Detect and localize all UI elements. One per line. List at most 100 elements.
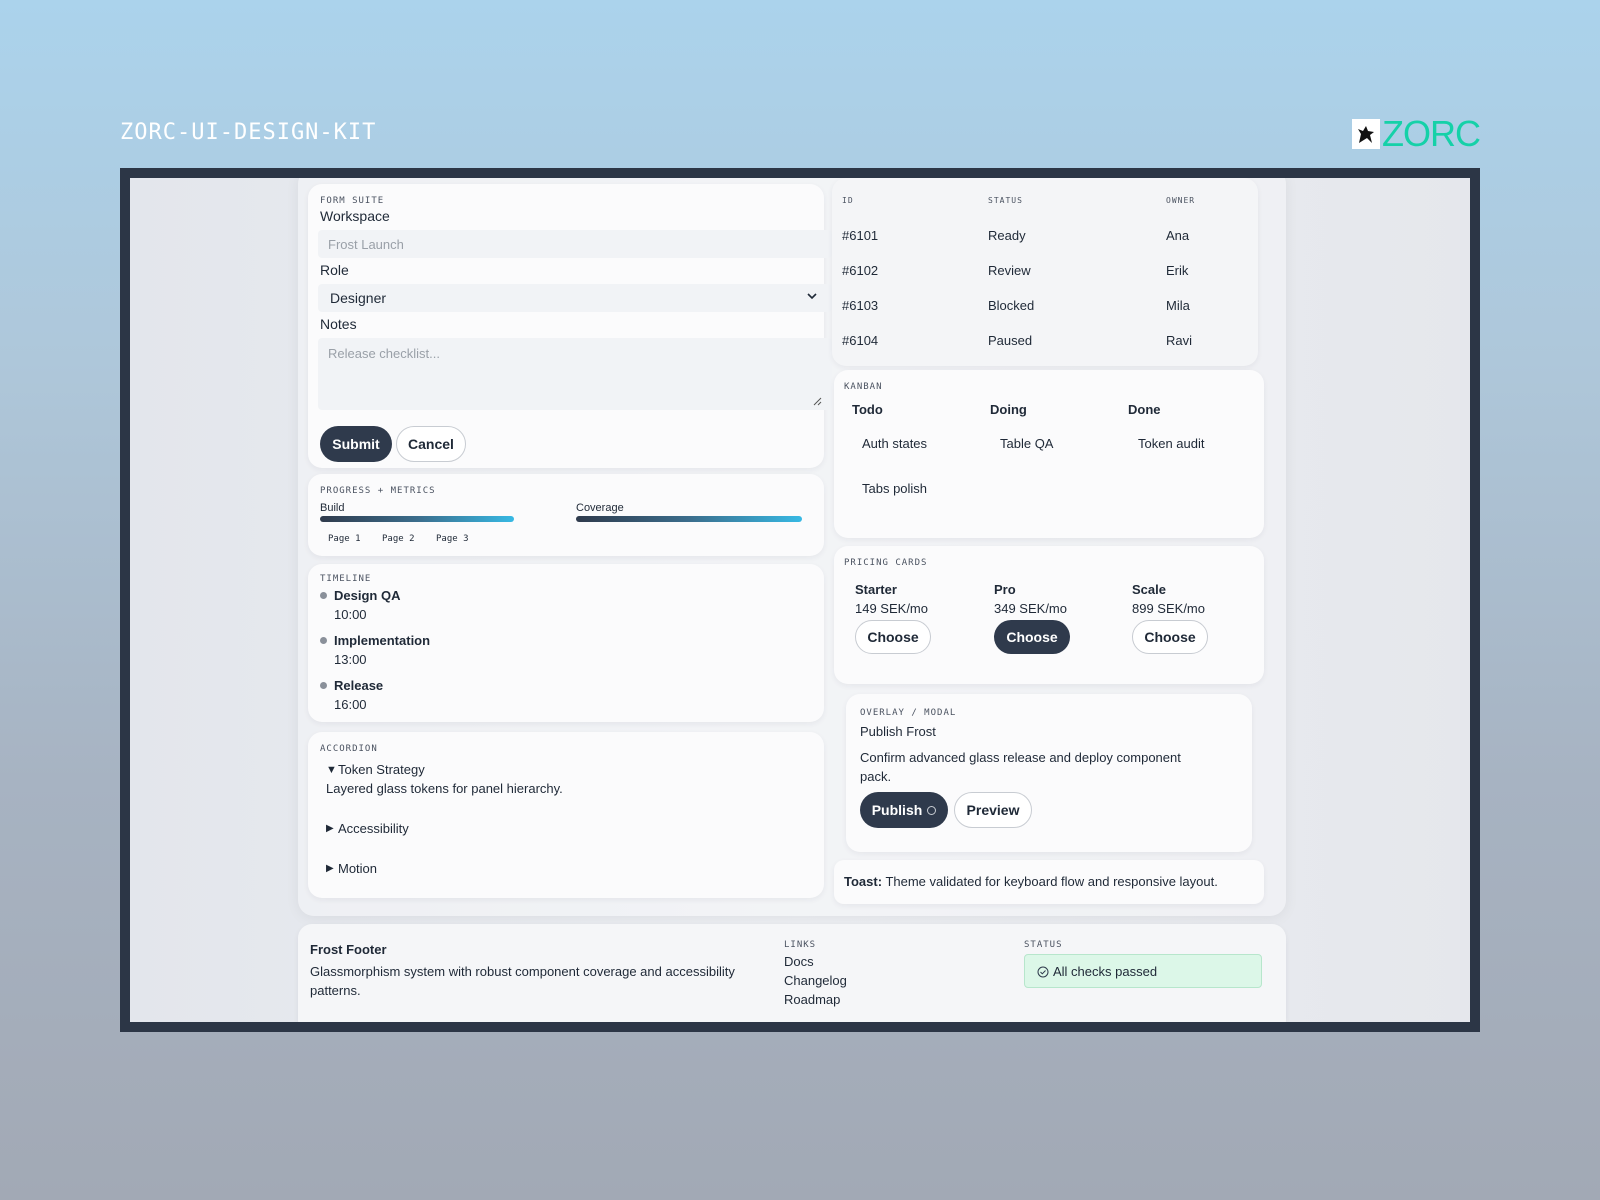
- toast-label: Toast:: [844, 874, 883, 889]
- chevron-down-icon: [806, 290, 818, 305]
- choose-pro-button[interactable]: Choose: [994, 620, 1070, 654]
- footer-description: Glassmorphism system with robust compone…: [310, 964, 735, 998]
- triangle-right-icon: ▶: [326, 823, 334, 834]
- form-suite-card: FORM SUITE Workspace Frost Launch Role D…: [308, 184, 832, 468]
- cell-status: Ready: [988, 228, 1026, 243]
- timeline-dot: [320, 682, 327, 689]
- kanban-card-item[interactable]: Tabs polish: [862, 481, 927, 496]
- pagination-page-2[interactable]: Page 2: [382, 534, 415, 544]
- workspace-placeholder: Frost Launch: [328, 237, 404, 252]
- table-row[interactable]: #6101 Ready Ana: [832, 218, 1258, 252]
- choose-starter-button[interactable]: Choose: [855, 620, 931, 654]
- table-row[interactable]: #6104 Paused Ravi: [832, 323, 1258, 357]
- cell-owner: Mila: [1166, 298, 1190, 313]
- choose-scale-button[interactable]: Choose: [1132, 620, 1208, 654]
- notes-placeholder: Release checklist...: [328, 346, 440, 361]
- cell-id: #6102: [842, 263, 879, 278]
- kanban-card: KANBAN Todo Auth states Tabs polish Doin…: [834, 370, 1264, 538]
- table-row[interactable]: #6102 Review Erik: [832, 253, 1258, 287]
- cancel-button[interactable]: Cancel: [396, 426, 466, 462]
- toast-message: Toast: Theme validated for keyboard flow…: [844, 874, 1218, 889]
- accordion-card: ACCORDION ▼ Token Strategy Layered glass…: [308, 732, 824, 898]
- timeline-dot: [320, 637, 327, 644]
- plan-name: Starter: [855, 582, 897, 597]
- build-progress-bar: [320, 516, 514, 522]
- column-header-status: STATUS: [988, 196, 1023, 205]
- footer-link-roadmap[interactable]: Roadmap: [784, 992, 840, 1007]
- timeline-item-title: Design QA: [334, 588, 401, 603]
- cell-owner: Ana: [1166, 228, 1190, 243]
- data-table-card: ID STATUS OWNER #6101 Ready Ana #6102 Re…: [832, 178, 1258, 366]
- status-label: STATUS: [1024, 940, 1063, 950]
- links-label: LINKS: [784, 940, 817, 950]
- pagination-page-1[interactable]: Page 1: [328, 534, 361, 544]
- workspace-input[interactable]: Frost Launch: [318, 230, 832, 258]
- device-frame: FORM SUITE Workspace Frost Launch Role D…: [120, 168, 1480, 1032]
- submit-button[interactable]: Submit: [320, 426, 392, 462]
- check-circle-icon: [1037, 965, 1049, 983]
- kanban-card-item[interactable]: Auth states: [862, 436, 927, 451]
- section-label: OVERLAY / MODAL: [860, 708, 957, 718]
- accordion-panel-body: Layered glass tokens for panel hierarchy…: [326, 781, 563, 796]
- timeline-dot: [320, 592, 327, 599]
- role-select[interactable]: Designer: [318, 284, 832, 312]
- cell-owner: Erik: [1166, 263, 1189, 278]
- workspace-label: Workspace: [320, 208, 390, 224]
- modal-title: Publish Frost: [860, 724, 936, 739]
- footer-link-docs[interactable]: Docs: [784, 954, 814, 969]
- kit-title: ZORC-UI-DESIGN-KIT: [120, 120, 377, 145]
- toast: Toast: Theme validated for keyboard flow…: [834, 860, 1264, 904]
- pricing-card: PRICING CARDS Starter 149 SEK/mo Choose …: [834, 546, 1264, 684]
- section-label: TIMELINE: [320, 574, 372, 584]
- cell-status: Review: [988, 263, 1031, 278]
- kanban-card-item[interactable]: Token audit: [1138, 436, 1205, 451]
- app-shell: FORM SUITE Workspace Frost Launch Role D…: [298, 178, 1286, 916]
- coverage-label: Coverage: [576, 502, 624, 514]
- plan-price: 899 SEK/mo: [1132, 601, 1205, 616]
- brand-logo: ZORC: [1352, 113, 1481, 154]
- plan-name: Pro: [994, 582, 1016, 597]
- cell-owner: Ravi: [1166, 333, 1193, 348]
- spinner-icon: [927, 805, 937, 815]
- resize-handle-icon[interactable]: [812, 394, 822, 409]
- accordion-item-title: Accessibility: [338, 821, 409, 836]
- role-value: Designer: [330, 290, 387, 306]
- footer-title: Frost Footer: [310, 942, 387, 957]
- column-header-owner: OWNER: [1166, 196, 1196, 205]
- pagination-page-3[interactable]: Page 3: [436, 534, 469, 544]
- section-label: PROGRESS + METRICS: [320, 486, 436, 496]
- kanban-column-title: Doing: [990, 402, 1027, 417]
- preview-button[interactable]: Preview: [954, 792, 1032, 828]
- footer-link-changelog[interactable]: Changelog: [784, 973, 847, 988]
- timeline-item-time: 13:00: [334, 652, 367, 667]
- wolf-icon: [1352, 119, 1380, 149]
- brand-wordmark: ZORC: [1382, 113, 1481, 154]
- timeline-item-time: 10:00: [334, 607, 367, 622]
- build-label: Build: [320, 502, 345, 514]
- modal-card: OVERLAY / MODAL Publish Frost Confirm ad…: [846, 694, 1252, 852]
- status-badge: All checks passed: [1024, 954, 1262, 988]
- progress-card: PROGRESS + METRICS Build Coverage Page 1…: [308, 474, 824, 556]
- role-label: Role: [320, 262, 349, 278]
- notes-textarea[interactable]: Release checklist...: [318, 338, 832, 410]
- coverage-progress-bar: [576, 516, 802, 522]
- plan-price: 349 SEK/mo: [994, 601, 1067, 616]
- timeline-item-title: Release: [334, 678, 384, 693]
- publish-button[interactable]: Publish: [860, 792, 948, 828]
- accordion-item-title: Motion: [338, 861, 378, 876]
- kanban-column-title: Done: [1128, 402, 1161, 417]
- footer: Frost Footer Glassmorphism system with r…: [298, 924, 1286, 1022]
- accordion-item-title: Token Strategy: [338, 762, 425, 777]
- modal-body: Confirm advanced glass release and deplo…: [860, 750, 1181, 784]
- kanban-card-item[interactable]: Table QA: [1000, 436, 1053, 451]
- publish-label: Publish: [871, 802, 923, 818]
- table-row[interactable]: #6103 Blocked Mila: [832, 288, 1258, 322]
- cell-status: Blocked: [988, 298, 1035, 313]
- timeline-item-time: 16:00: [334, 697, 367, 712]
- section-label: FORM SUITE: [320, 196, 385, 206]
- triangle-down-icon: ▼: [326, 764, 337, 776]
- plan-price: 149 SEK/mo: [855, 601, 928, 616]
- timeline-card: TIMELINE Design QA 10:00 Implementation …: [308, 564, 824, 722]
- status-text: All checks passed: [1053, 964, 1158, 979]
- section-label: ACCORDION: [320, 744, 378, 754]
